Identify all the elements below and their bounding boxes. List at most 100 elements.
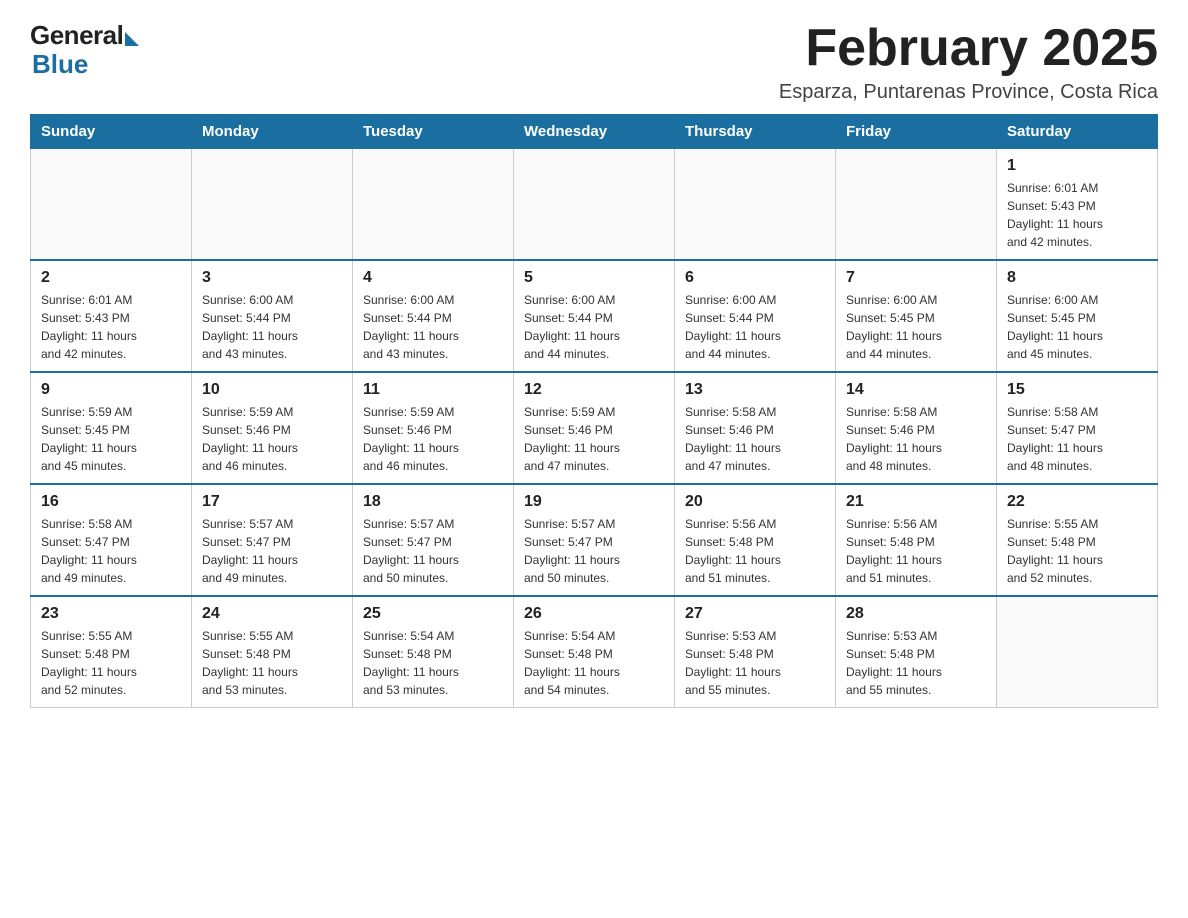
calendar-cell: 10Sunrise: 5:59 AM Sunset: 5:46 PM Dayli… (192, 372, 353, 484)
day-number: 10 (202, 381, 342, 399)
calendar-cell: 18 Sunrise: 5:57 AM Sunset: 5:47 PM Dayli… (353, 484, 514, 596)
day-number: 15 (1007, 381, 1147, 399)
calendar-cell: 4 Sunrise: 6:00 AM Sunset: 5:44 PM Daylig… (353, 260, 514, 372)
calendar-cell: 14 Sunrise: 5:58 AM Sunset: 5:46 PM Dayli… (836, 372, 997, 484)
calendar-cell: 6Sunrise: 6:00 AM Sunset: 5:44 PM Daylig… (675, 260, 836, 372)
day-info: Sunrise: 5:54 AM Sunset: 5:48 PM Dayligh… (363, 627, 503, 699)
calendar-cell: 20Sunrise: 5:56 AM Sunset: 5:48 PM Dayli… (675, 484, 836, 596)
day-number: 7 (846, 269, 986, 287)
day-info: Sunrise: 6:00 AM Sunset: 5:45 PM Dayligh… (1007, 291, 1147, 363)
calendar-cell (836, 149, 997, 261)
calendar-header-wednesday: Wednesday (514, 115, 675, 149)
calendar-header-saturday: Saturday (997, 115, 1158, 149)
calendar-cell: 25Sunrise: 5:54 AM Sunset: 5:48 PM Dayli… (353, 596, 514, 708)
calendar-cell: 22 Sunrise: 5:55 AM Sunset: 5:48 PM Dayli… (997, 484, 1158, 596)
day-number: 2 (41, 269, 181, 287)
day-info: Sunrise: 5:56 AM Sunset: 5:48 PM Dayligh… (846, 515, 986, 587)
day-info: Sunrise: 5:59 AM Sunset: 5:46 PM Dayligh… (363, 403, 503, 475)
calendar-cell (31, 149, 192, 261)
day-info: Sunrise: 6:00 AM Sunset: 5:44 PM Dayligh… (363, 291, 503, 363)
day-number: 19 (524, 493, 664, 511)
logo-arrow-icon (125, 32, 139, 46)
day-info: Sunrise: 5:59 AM Sunset: 5:45 PM Dayligh… (41, 403, 181, 475)
calendar-cell: 11 Sunrise: 5:59 AM Sunset: 5:46 PM Dayli… (353, 372, 514, 484)
location-subtitle: Esparza, Puntarenas Province, Costa Rica (779, 81, 1158, 104)
day-info: Sunrise: 5:55 AM Sunset: 5:48 PM Dayligh… (1007, 515, 1147, 587)
calendar-cell: 21 Sunrise: 5:56 AM Sunset: 5:48 PM Dayli… (836, 484, 997, 596)
calendar-cell: 27 Sunrise: 5:53 AM Sunset: 5:48 PM Dayli… (675, 596, 836, 708)
day-info: Sunrise: 6:00 AM Sunset: 5:45 PM Dayligh… (846, 291, 986, 363)
day-info: Sunrise: 5:58 AM Sunset: 5:47 PM Dayligh… (41, 515, 181, 587)
calendar-cell (997, 596, 1158, 708)
day-info: Sunrise: 5:53 AM Sunset: 5:48 PM Dayligh… (846, 627, 986, 699)
calendar-cell: 7 Sunrise: 6:00 AM Sunset: 5:45 PM Daylig… (836, 260, 997, 372)
day-number: 14 (846, 381, 986, 399)
calendar-cell: 1Sunrise: 6:01 AM Sunset: 5:43 PM Daylig… (997, 149, 1158, 261)
day-info: Sunrise: 5:58 AM Sunset: 5:46 PM Dayligh… (685, 403, 825, 475)
day-number: 22 (1007, 493, 1147, 511)
day-info: Sunrise: 6:00 AM Sunset: 5:44 PM Dayligh… (524, 291, 664, 363)
day-number: 8 (1007, 269, 1147, 287)
calendar-cell: 17Sunrise: 5:57 AM Sunset: 5:47 PM Dayli… (192, 484, 353, 596)
day-number: 11 (363, 381, 503, 399)
calendar-week-row: 16 Sunrise: 5:58 AM Sunset: 5:47 PM Dayli… (31, 484, 1158, 596)
calendar-cell: 16 Sunrise: 5:58 AM Sunset: 5:47 PM Dayli… (31, 484, 192, 596)
calendar-cell (353, 149, 514, 261)
day-info: Sunrise: 6:00 AM Sunset: 5:44 PM Dayligh… (202, 291, 342, 363)
day-info: Sunrise: 5:58 AM Sunset: 5:46 PM Dayligh… (846, 403, 986, 475)
day-number: 6 (685, 269, 825, 287)
calendar-header-monday: Monday (192, 115, 353, 149)
title-area: February 2025 Esparza, Puntarenas Provin… (779, 20, 1158, 104)
day-number: 26 (524, 605, 664, 623)
day-info: Sunrise: 5:57 AM Sunset: 5:47 PM Dayligh… (363, 515, 503, 587)
day-number: 16 (41, 493, 181, 511)
day-number: 23 (41, 605, 181, 623)
calendar-cell (675, 149, 836, 261)
calendar-week-row: 2 Sunrise: 6:01 AM Sunset: 5:43 PM Daylig… (31, 260, 1158, 372)
calendar-cell (514, 149, 675, 261)
day-info: Sunrise: 6:01 AM Sunset: 5:43 PM Dayligh… (1007, 179, 1147, 251)
day-info: Sunrise: 6:01 AM Sunset: 5:43 PM Dayligh… (41, 291, 181, 363)
calendar-cell: 19 Sunrise: 5:57 AM Sunset: 5:47 PM Dayli… (514, 484, 675, 596)
day-number: 3 (202, 269, 342, 287)
calendar-cell: 9 Sunrise: 5:59 AM Sunset: 5:45 PM Daylig… (31, 372, 192, 484)
calendar-week-row: 1Sunrise: 6:01 AM Sunset: 5:43 PM Daylig… (31, 149, 1158, 261)
day-number: 27 (685, 605, 825, 623)
day-info: Sunrise: 5:59 AM Sunset: 5:46 PM Dayligh… (524, 403, 664, 475)
day-number: 17 (202, 493, 342, 511)
month-title: February 2025 (779, 20, 1158, 77)
day-number: 4 (363, 269, 503, 287)
calendar-cell: 23 Sunrise: 5:55 AM Sunset: 5:48 PM Dayli… (31, 596, 192, 708)
calendar-cell: 28 Sunrise: 5:53 AM Sunset: 5:48 PM Dayli… (836, 596, 997, 708)
day-number: 20 (685, 493, 825, 511)
day-number: 24 (202, 605, 342, 623)
day-info: Sunrise: 5:57 AM Sunset: 5:47 PM Dayligh… (524, 515, 664, 587)
day-number: 18 (363, 493, 503, 511)
calendar-week-row: 9 Sunrise: 5:59 AM Sunset: 5:45 PM Daylig… (31, 372, 1158, 484)
calendar-header-friday: Friday (836, 115, 997, 149)
calendar-cell: 24 Sunrise: 5:55 AM Sunset: 5:48 PM Dayli… (192, 596, 353, 708)
day-info: Sunrise: 5:55 AM Sunset: 5:48 PM Dayligh… (41, 627, 181, 699)
day-number: 9 (41, 381, 181, 399)
calendar-cell: 8 Sunrise: 6:00 AM Sunset: 5:45 PM Daylig… (997, 260, 1158, 372)
day-info: Sunrise: 5:54 AM Sunset: 5:48 PM Dayligh… (524, 627, 664, 699)
calendar-header-row: SundayMondayTuesdayWednesdayThursdayFrid… (31, 115, 1158, 149)
calendar-header-thursday: Thursday (675, 115, 836, 149)
day-info: Sunrise: 5:55 AM Sunset: 5:48 PM Dayligh… (202, 627, 342, 699)
calendar-header-tuesday: Tuesday (353, 115, 514, 149)
day-number: 5 (524, 269, 664, 287)
day-info: Sunrise: 5:58 AM Sunset: 5:47 PM Dayligh… (1007, 403, 1147, 475)
calendar-cell: 3 Sunrise: 6:00 AM Sunset: 5:44 PM Daylig… (192, 260, 353, 372)
calendar-week-row: 23 Sunrise: 5:55 AM Sunset: 5:48 PM Dayli… (31, 596, 1158, 708)
calendar-cell: 12 Sunrise: 5:59 AM Sunset: 5:46 PM Dayli… (514, 372, 675, 484)
day-number: 28 (846, 605, 986, 623)
day-number: 13 (685, 381, 825, 399)
day-number: 12 (524, 381, 664, 399)
day-info: Sunrise: 5:53 AM Sunset: 5:48 PM Dayligh… (685, 627, 825, 699)
logo-blue-text: Blue (32, 49, 88, 80)
day-number: 21 (846, 493, 986, 511)
calendar-cell: 15 Sunrise: 5:58 AM Sunset: 5:47 PM Dayli… (997, 372, 1158, 484)
calendar-cell: 5 Sunrise: 6:00 AM Sunset: 5:44 PM Daylig… (514, 260, 675, 372)
calendar-cell (192, 149, 353, 261)
logo: General Blue (30, 20, 139, 80)
